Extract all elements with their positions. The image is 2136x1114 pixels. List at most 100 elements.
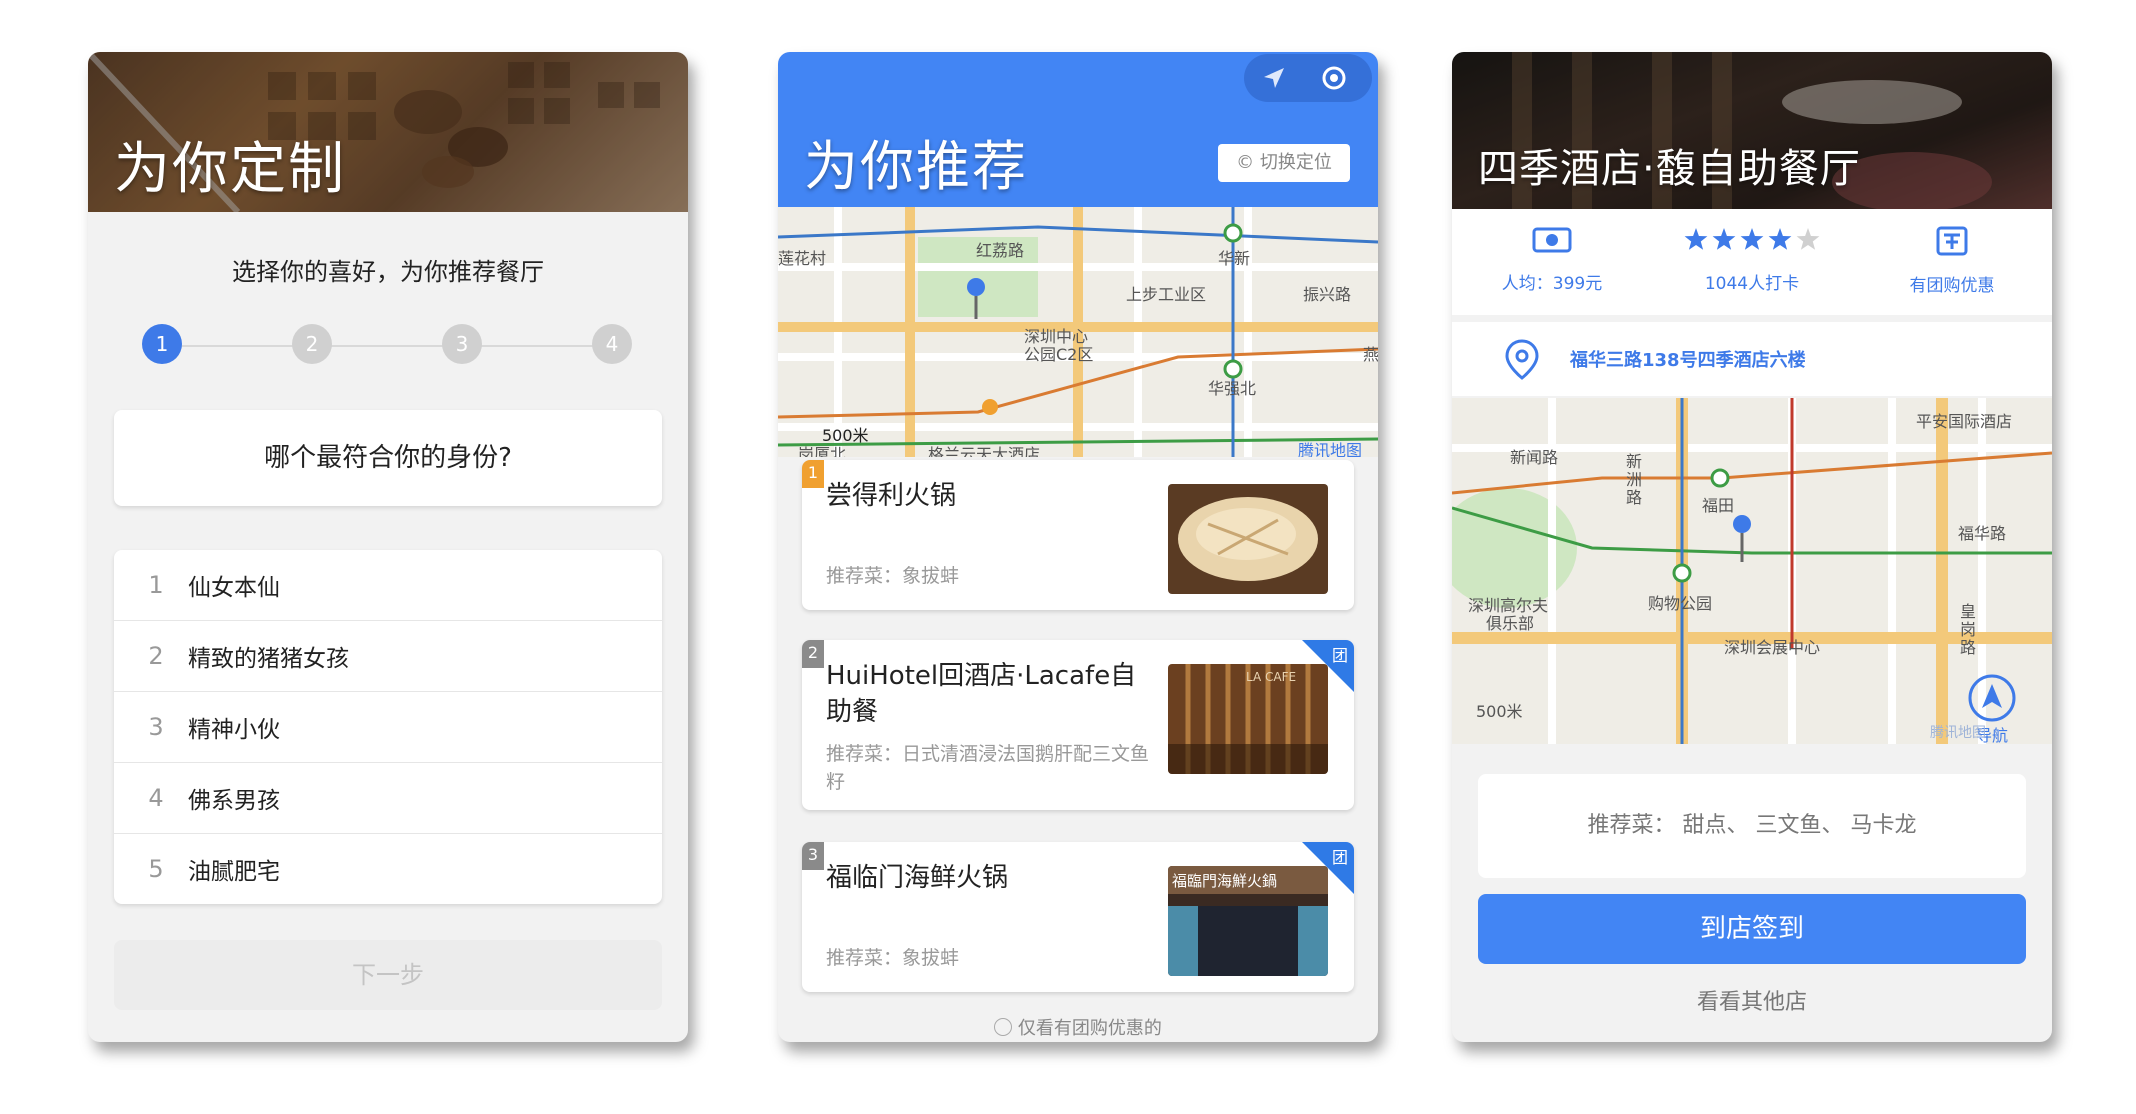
map-label: 福华路 <box>1958 524 2007 543</box>
see-other-stores-link[interactable]: 看看其他店 <box>1452 984 2052 1016</box>
map-view[interactable]: 莲花村 红荔路 华新 上步工业区 振兴路 深圳中心 公园C2区 华强北 燕 50… <box>778 207 1378 457</box>
map-label: 路 <box>1626 488 1643 507</box>
filter-label: 仅看有团购优惠的 <box>1017 1018 1162 1039</box>
info-row: 人均：399元 1044人打卡 有团购优惠 <box>1452 209 2052 315</box>
map-scale: 500米 <box>1476 702 1523 721</box>
step-3: 3 <box>442 324 482 364</box>
group-buy-icon <box>1935 226 1969 261</box>
money-icon <box>1532 227 1572 259</box>
stepper-line <box>162 345 612 347</box>
progress-stepper: 1 2 3 4 <box>142 324 632 368</box>
star-icon <box>1768 228 1792 250</box>
star-icon <box>1684 228 1708 250</box>
map-label: 华强北 <box>1208 379 1257 398</box>
thumb-sign: LA CAFE <box>1246 670 1297 684</box>
map-label: 燕 <box>1363 345 1378 364</box>
rank-badge: 3 <box>802 842 824 870</box>
recommended-dish: 推荐菜：日式清酒浸法国鹅肝配三文鱼籽 <box>826 743 1150 793</box>
map-label: 福田 <box>1702 496 1735 515</box>
option-label: 精神小伙 <box>188 717 280 743</box>
group-buy-item[interactable]: 有团购优惠 <box>1852 225 2052 296</box>
map-view[interactable]: 平安国际酒店 新闻路 新 洲 路 福田 福华路 深圳高尔夫 俱乐部 购物公园 皇… <box>1452 398 2052 744</box>
identity-options-list: 1 仙女本仙 2 精致的猪猪女孩 3 精神小伙 4 佛系男孩 5 油腻肥宅 <box>114 550 662 904</box>
restaurant-card[interactable]: 1 尝得利火锅 推荐菜：象拔蚌 <box>802 460 1354 610</box>
restaurant-card[interactable]: 2 HuiHotel回酒店·Lacafe自助餐 推荐菜：日式清酒浸法国鹅肝配三文… <box>802 640 1354 810</box>
option-item[interactable]: 3 精神小伙 <box>114 692 662 763</box>
group-buy-icon: 团 <box>1331 848 1348 867</box>
map-label: 平安国际酒店 <box>1916 412 2013 431</box>
step-1: 1 <box>142 324 182 364</box>
map-label: 红荔路 <box>976 241 1025 260</box>
option-item[interactable]: 5 油腻肥宅 <box>114 834 662 904</box>
option-item[interactable]: 2 精致的猪猪女孩 <box>114 621 662 692</box>
hero-image-restaurant: 四季酒店·馥自助餐厅 <box>1452 52 2052 209</box>
restaurant-name: 尝得利火锅 <box>826 481 957 511</box>
group-buy-label: 有团购优惠 <box>1909 276 1995 296</box>
navigate-arrow-icon[interactable] <box>1260 64 1288 96</box>
option-label: 油腻肥宅 <box>188 859 280 885</box>
option-item[interactable]: 4 佛系男孩 <box>114 763 662 834</box>
thumb-sign: 福臨門海鮮火鍋 <box>1172 872 1278 890</box>
rank-badge: 1 <box>802 460 824 488</box>
page-title: 为你推荐 <box>804 135 1028 198</box>
checkin-count: 1044人打卡 <box>1704 274 1800 294</box>
option-number: 2 <box>148 642 164 670</box>
option-number: 4 <box>148 784 164 812</box>
page-subtitle: 选择你的喜好，为你推荐餐厅 <box>232 258 544 286</box>
map-label: 振兴路 <box>1303 285 1352 304</box>
map-label: 华新 <box>1218 249 1251 268</box>
recommended-dishes: 推荐菜： 甜点、 三文鱼、 马卡龙 <box>1478 774 2026 878</box>
page-title: 四季酒店·馥自助餐厅 <box>1478 146 1861 192</box>
avg-price: 人均：399元 <box>1501 274 1603 294</box>
recommend-screen: 为你推荐 © 切换定位 莲花村 红荔路 华新 上步工业区 振兴路 深圳中心 公园… <box>778 52 1378 1042</box>
star-icon <box>1796 228 1820 250</box>
star-rating <box>1684 228 1820 250</box>
map-label: 俱乐部 <box>1486 614 1535 633</box>
star-icon <box>1712 228 1736 250</box>
restaurant-detail-screen: 四季酒店·馥自助餐厅 人均：399元 1044人打卡 有团购优惠 福华三路138… <box>1452 52 2052 1042</box>
map-label: 上步工业区 <box>1126 285 1207 304</box>
option-number: 1 <box>148 571 164 599</box>
question-card: 哪个最符合你的身份? <box>114 410 662 506</box>
map-pin-icon <box>1502 338 1542 386</box>
option-label: 精致的猪猪女孩 <box>188 646 349 672</box>
option-item[interactable]: 1 仙女本仙 <box>114 550 662 621</box>
map-label: 公园C2区 <box>1024 345 1094 364</box>
rank-badge: 2 <box>802 640 824 668</box>
map-label: 岗厦北 <box>798 445 847 457</box>
map-logo: 腾讯地图 <box>1298 441 1363 457</box>
next-step-button[interactable]: 下一步 <box>114 940 662 1010</box>
hero-image-waffle: 为你定制 <box>88 52 688 212</box>
group-buy-filter[interactable]: 仅看有团购优惠的 <box>778 1014 1378 1040</box>
group-buy-icon: 团 <box>1331 646 1348 665</box>
star-icon <box>1740 228 1764 250</box>
radio-icon[interactable] <box>994 1018 1013 1036</box>
address-row[interactable]: 福华三路138号四季酒店六楼 <box>1452 322 2052 396</box>
option-label: 仙女本仙 <box>188 575 280 601</box>
step-2: 2 <box>292 324 332 364</box>
location-controls <box>1244 54 1372 102</box>
option-number: 3 <box>148 713 164 741</box>
option-number: 5 <box>148 855 164 883</box>
checkin-button[interactable]: 到店签到 <box>1478 894 2026 964</box>
step-4: 4 <box>592 324 632 364</box>
map-label: 深圳会展中心 <box>1724 638 1821 657</box>
restaurant-name: HuiHotel回酒店·Lacafe自助餐 <box>826 661 1137 727</box>
map-label: 格兰云天大酒店 <box>928 445 1041 457</box>
restaurant-card[interactable]: 3 福临门海鲜火锅 推荐菜：象拔蚌 福臨門海鮮火鍋 团 <box>802 842 1354 992</box>
restaurant-photo <box>1168 484 1328 594</box>
avg-price-item: 人均：399元 <box>1452 225 1652 294</box>
map-label: 莲花村 <box>778 249 827 268</box>
map-logo: 腾讯地图 <box>1930 725 1986 741</box>
map-label: 新闻路 <box>1510 448 1559 467</box>
restaurant-name: 福临门海鲜火锅 <box>826 863 1009 893</box>
recommend-header: 为你推荐 © 切换定位 <box>778 52 1378 207</box>
switch-location-button[interactable]: © 切换定位 <box>1218 144 1350 182</box>
address-text: 福华三路138号四季酒店六楼 <box>1570 350 1806 371</box>
target-icon[interactable] <box>1320 64 1348 96</box>
customize-screen: 为你定制 选择你的喜好，为你推荐餐厅 1 2 3 4 哪个最符合你的身份? 1 … <box>88 52 688 1042</box>
rating-item: 1044人打卡 <box>1652 225 1852 294</box>
map-label: 购物公园 <box>1648 594 1713 613</box>
map-label: 路 <box>1960 638 1977 657</box>
recommended-dish: 推荐菜：象拔蚌 <box>826 947 960 969</box>
